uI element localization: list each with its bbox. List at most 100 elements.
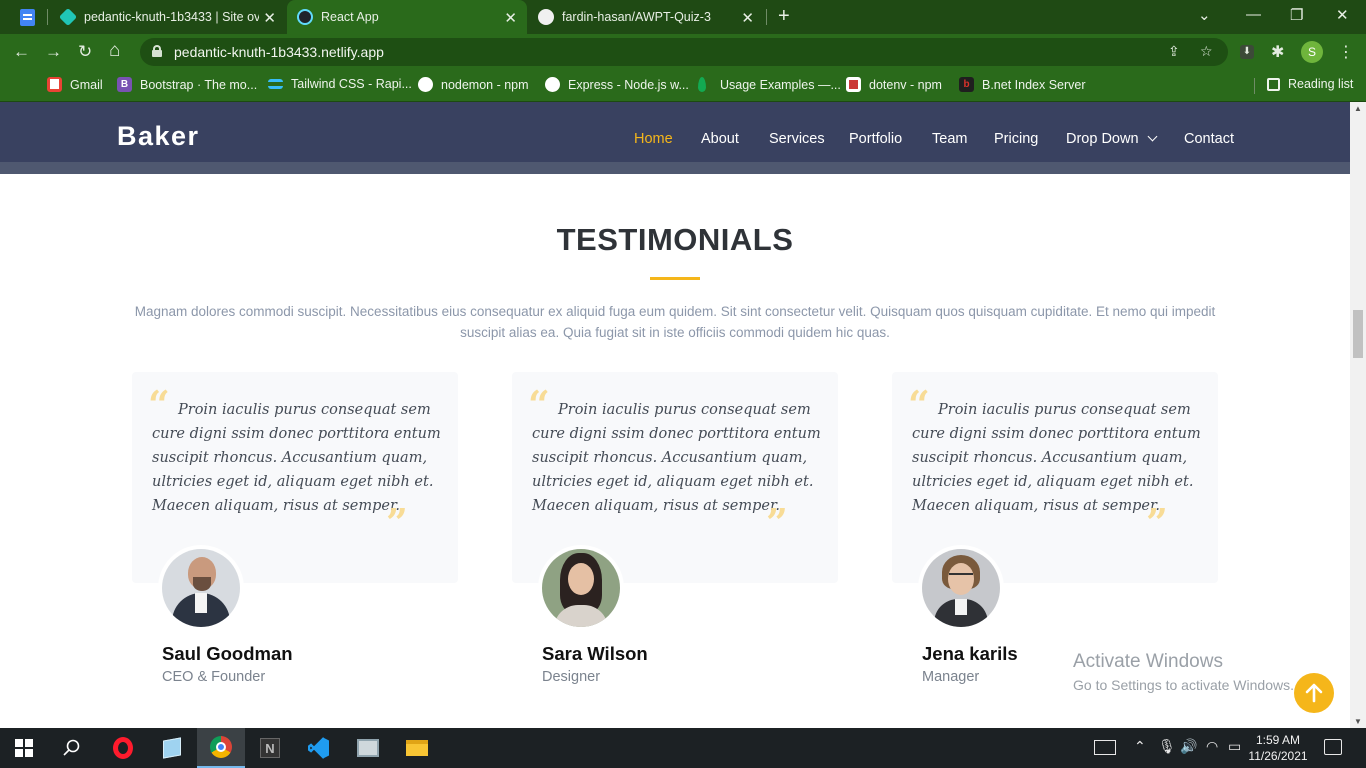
watermark-title: Activate Windows bbox=[1073, 651, 1223, 672]
extensions-icon[interactable]: ✱ bbox=[1271, 42, 1284, 62]
file-explorer-icon[interactable] bbox=[393, 728, 441, 768]
site-logo[interactable]: Baker bbox=[117, 121, 200, 152]
reload-icon[interactable]: ↻ bbox=[78, 42, 92, 62]
restore-icon[interactable]: ❐ bbox=[1290, 6, 1303, 24]
nav-pricing[interactable]: Pricing bbox=[994, 131, 1038, 147]
quote-close-icon: ” bbox=[766, 500, 788, 545]
close-window-icon[interactable]: ✕ bbox=[1336, 6, 1349, 24]
profile-avatar[interactable]: S bbox=[1301, 41, 1323, 63]
bookmark-bnet[interactable]: b B.net Index Server bbox=[959, 77, 1086, 92]
tray-overflow-icon[interactable]: ⌃ bbox=[1134, 738, 1146, 755]
lock-icon[interactable] bbox=[152, 45, 162, 57]
bookmark-bootstrap[interactable]: B Bootstrap · The mo... bbox=[117, 77, 257, 92]
nav-dropdown-label: Drop Down bbox=[1066, 131, 1139, 147]
share-icon[interactable]: ⇪ bbox=[1168, 43, 1180, 60]
bootstrap-icon: B bbox=[117, 77, 132, 92]
bookmark-separator bbox=[1254, 78, 1255, 94]
windows-start-icon[interactable] bbox=[0, 728, 48, 768]
bookmark-tailwind[interactable]: Tailwind CSS - Rapi... bbox=[268, 77, 412, 91]
title-underline bbox=[650, 277, 700, 280]
minimize-icon[interactable]: — bbox=[1246, 6, 1261, 23]
npm-icon bbox=[846, 77, 861, 92]
mongodb-icon bbox=[698, 77, 706, 92]
tailwind-icon bbox=[268, 79, 283, 89]
download-icon[interactable]: ⬇ bbox=[1240, 45, 1254, 59]
arrow-up-icon bbox=[1305, 683, 1323, 703]
page-scrollbar[interactable]: ▲ ▼ bbox=[1350, 102, 1366, 728]
image-viewer-icon[interactable] bbox=[344, 728, 392, 768]
globe-icon bbox=[418, 77, 433, 92]
bookmark-express[interactable]: Express - Node.js w... bbox=[545, 77, 689, 92]
wifi-icon[interactable]: ◠ bbox=[1206, 738, 1218, 755]
bookmark-nodemon[interactable]: nodemon - npm bbox=[418, 77, 529, 92]
bookmark-gmail[interactable]: Gmail bbox=[47, 77, 103, 92]
activate-windows-watermark: Activate Windows Go to Settings to activ… bbox=[1073, 651, 1294, 693]
react-icon bbox=[297, 9, 313, 25]
quote-close-icon: ” bbox=[386, 500, 408, 545]
notion-icon[interactable]: N bbox=[246, 728, 294, 768]
windows-taskbar: N ⌃ 🎙 🔊 ◠ ▭ 1:59 AM 11/26/2021 bbox=[0, 728, 1366, 768]
person-role: Manager bbox=[922, 669, 980, 685]
nav-home[interactable]: Home bbox=[634, 131, 673, 147]
nav-portfolio[interactable]: Portfolio bbox=[849, 131, 902, 147]
bookmark-mongodb[interactable]: Usage Examples —... bbox=[698, 77, 841, 92]
section-description: Magnam dolores commodi suscipit. Necessi… bbox=[134, 304, 1216, 340]
close-tab-icon[interactable]: ✕ bbox=[504, 9, 517, 27]
scroll-thumb[interactable] bbox=[1353, 310, 1363, 358]
back-to-top-button[interactable] bbox=[1294, 673, 1334, 713]
reading-list-icon bbox=[1267, 77, 1280, 91]
battery-icon[interactable]: ▭ bbox=[1228, 738, 1241, 755]
avatar bbox=[158, 545, 244, 631]
opera-icon[interactable] bbox=[99, 728, 147, 768]
address-bar[interactable]: pedantic-knuth-1b3433.netlify.app ⇪ ☆ bbox=[140, 38, 1228, 66]
tab-search-icon[interactable]: ⌄ bbox=[1198, 6, 1211, 24]
back-icon[interactable]: ← bbox=[13, 42, 30, 62]
bnet-icon: b bbox=[959, 77, 974, 92]
close-tab-icon[interactable]: ✕ bbox=[263, 9, 276, 27]
section-title: TESTIMONIALS bbox=[556, 222, 794, 257]
scroll-down-arrow-icon[interactable]: ▼ bbox=[1354, 717, 1362, 726]
vscode-icon[interactable] bbox=[295, 728, 343, 768]
chevron-down-icon bbox=[1147, 131, 1158, 142]
docs-icon[interactable] bbox=[20, 9, 35, 26]
url-text[interactable]: pedantic-knuth-1b3433.netlify.app bbox=[174, 44, 384, 60]
cube-app-icon[interactable] bbox=[148, 728, 196, 768]
bookmarks-bar: Gmail B Bootstrap · The mo... Tailwind C… bbox=[0, 70, 1366, 102]
notifications-icon[interactable] bbox=[1324, 739, 1342, 755]
new-tab-button[interactable]: + bbox=[778, 5, 790, 28]
browser-tab-github[interactable]: fardin-hasan/AWPT-Quiz-3 ✕ bbox=[528, 0, 764, 34]
taskbar-clock[interactable]: 1:59 AM 11/26/2021 bbox=[1248, 732, 1308, 764]
network-adapter-icon[interactable] bbox=[1094, 740, 1116, 755]
volume-icon[interactable]: 🔊 bbox=[1180, 738, 1197, 755]
menu-dots-icon[interactable]: ⋮ bbox=[1338, 42, 1354, 62]
search-icon[interactable] bbox=[48, 728, 96, 768]
avatar-saul bbox=[162, 549, 240, 627]
avatar bbox=[538, 545, 624, 631]
clock-time: 1:59 AM bbox=[1255, 733, 1301, 747]
chrome-icon[interactable] bbox=[197, 728, 245, 768]
header-bottom-strip bbox=[0, 162, 1350, 174]
nav-about[interactable]: About bbox=[701, 131, 739, 147]
nav-dropdown[interactable]: Drop Down bbox=[1066, 131, 1158, 147]
browser-tab-bar: pedantic-knuth-1b3433 | Site ove ✕ React… bbox=[0, 0, 1366, 34]
nav-services[interactable]: Services bbox=[769, 131, 825, 147]
bookmark-dotenv[interactable]: dotenv - npm bbox=[846, 77, 942, 92]
scroll-up-arrow-icon[interactable]: ▲ bbox=[1354, 104, 1362, 113]
quote-close-icon: ” bbox=[1146, 500, 1168, 545]
reading-list-button[interactable]: Reading list bbox=[1267, 77, 1353, 91]
clock-date: 11/26/2021 bbox=[1248, 749, 1308, 763]
person-role: CEO & Founder bbox=[162, 669, 266, 685]
avatar-sara bbox=[542, 549, 620, 627]
browser-tab-react-app[interactable]: React App ✕ bbox=[287, 0, 527, 34]
nav-team[interactable]: Team bbox=[932, 131, 967, 147]
microphone-icon[interactable]: 🎙 bbox=[1158, 738, 1176, 755]
tab-title: React App bbox=[321, 10, 379, 24]
github-icon bbox=[538, 9, 554, 25]
forward-icon[interactable]: → bbox=[45, 42, 62, 62]
browser-tab-netlify[interactable]: pedantic-knuth-1b3433 | Site ove ✕ bbox=[50, 0, 286, 34]
close-tab-icon[interactable]: ✕ bbox=[741, 9, 754, 27]
home-icon[interactable]: ⌂ bbox=[109, 40, 120, 62]
nav-contact[interactable]: Contact bbox=[1184, 131, 1234, 147]
tab-title: fardin-hasan/AWPT-Quiz-3 bbox=[562, 10, 711, 24]
bookmark-star-icon[interactable]: ☆ bbox=[1200, 43, 1213, 60]
